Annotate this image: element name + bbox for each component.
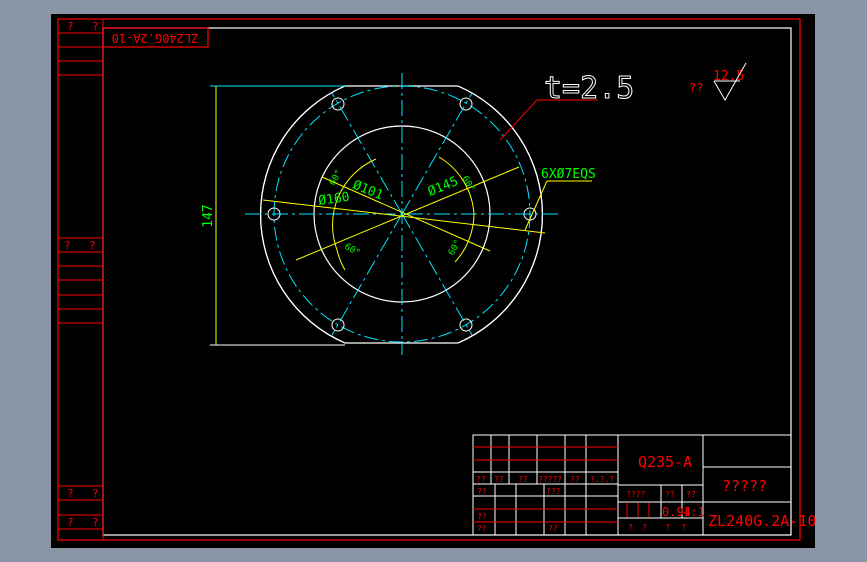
weight-label: ?? bbox=[665, 490, 675, 499]
row-label: ?? bbox=[548, 524, 558, 533]
sheet-mark: ? bbox=[665, 523, 670, 532]
row-label: ?? bbox=[477, 524, 487, 533]
header-cell: ?? bbox=[476, 475, 486, 484]
scale: 1:1 bbox=[683, 505, 705, 519]
hole-callout: 6XØ7EQS bbox=[541, 167, 596, 182]
sheet-mark: ? bbox=[642, 523, 647, 532]
mark: ? bbox=[67, 20, 74, 33]
roughness-value: 12.5 bbox=[713, 69, 744, 84]
mirrored-drawing-code: ZL240G.2A-10 bbox=[112, 31, 199, 45]
row-label: ??? bbox=[546, 487, 561, 496]
thickness-note: t=2.5 bbox=[544, 71, 634, 106]
header-cell: ?? bbox=[494, 475, 504, 484]
mark: ? bbox=[92, 516, 99, 529]
sheet-mark: ? bbox=[628, 523, 633, 532]
dim-height: 147 bbox=[201, 204, 216, 227]
header-cell: ?? bbox=[518, 475, 528, 484]
part-name: ????? bbox=[722, 477, 767, 495]
roughness-prefix: ?? bbox=[689, 81, 703, 95]
mark: ? bbox=[89, 239, 96, 252]
mark: ? bbox=[67, 516, 74, 529]
material: Q235-A bbox=[638, 453, 692, 471]
drawing-number: ZL240G.2A-10 bbox=[708, 512, 816, 530]
header-cell: ?? bbox=[570, 475, 580, 484]
mark: ? bbox=[92, 487, 99, 500]
header-cell: ?.?.? bbox=[590, 475, 614, 484]
sheet-mark: ? bbox=[681, 523, 686, 532]
mark: ? bbox=[92, 20, 99, 33]
cad-canvas[interactable]: ? ? ? ? ? ? ? ? ZL240G.2A-10 t=2.5 6XØ7E… bbox=[0, 0, 867, 562]
mark: ? bbox=[67, 487, 74, 500]
mark: ? bbox=[64, 239, 71, 252]
header-cell: ????? bbox=[538, 475, 562, 484]
row-label: ?? bbox=[477, 512, 487, 521]
stage-label: ???? bbox=[626, 490, 645, 499]
row-label: ?? bbox=[477, 487, 487, 496]
scale-label: ?? bbox=[686, 490, 696, 499]
